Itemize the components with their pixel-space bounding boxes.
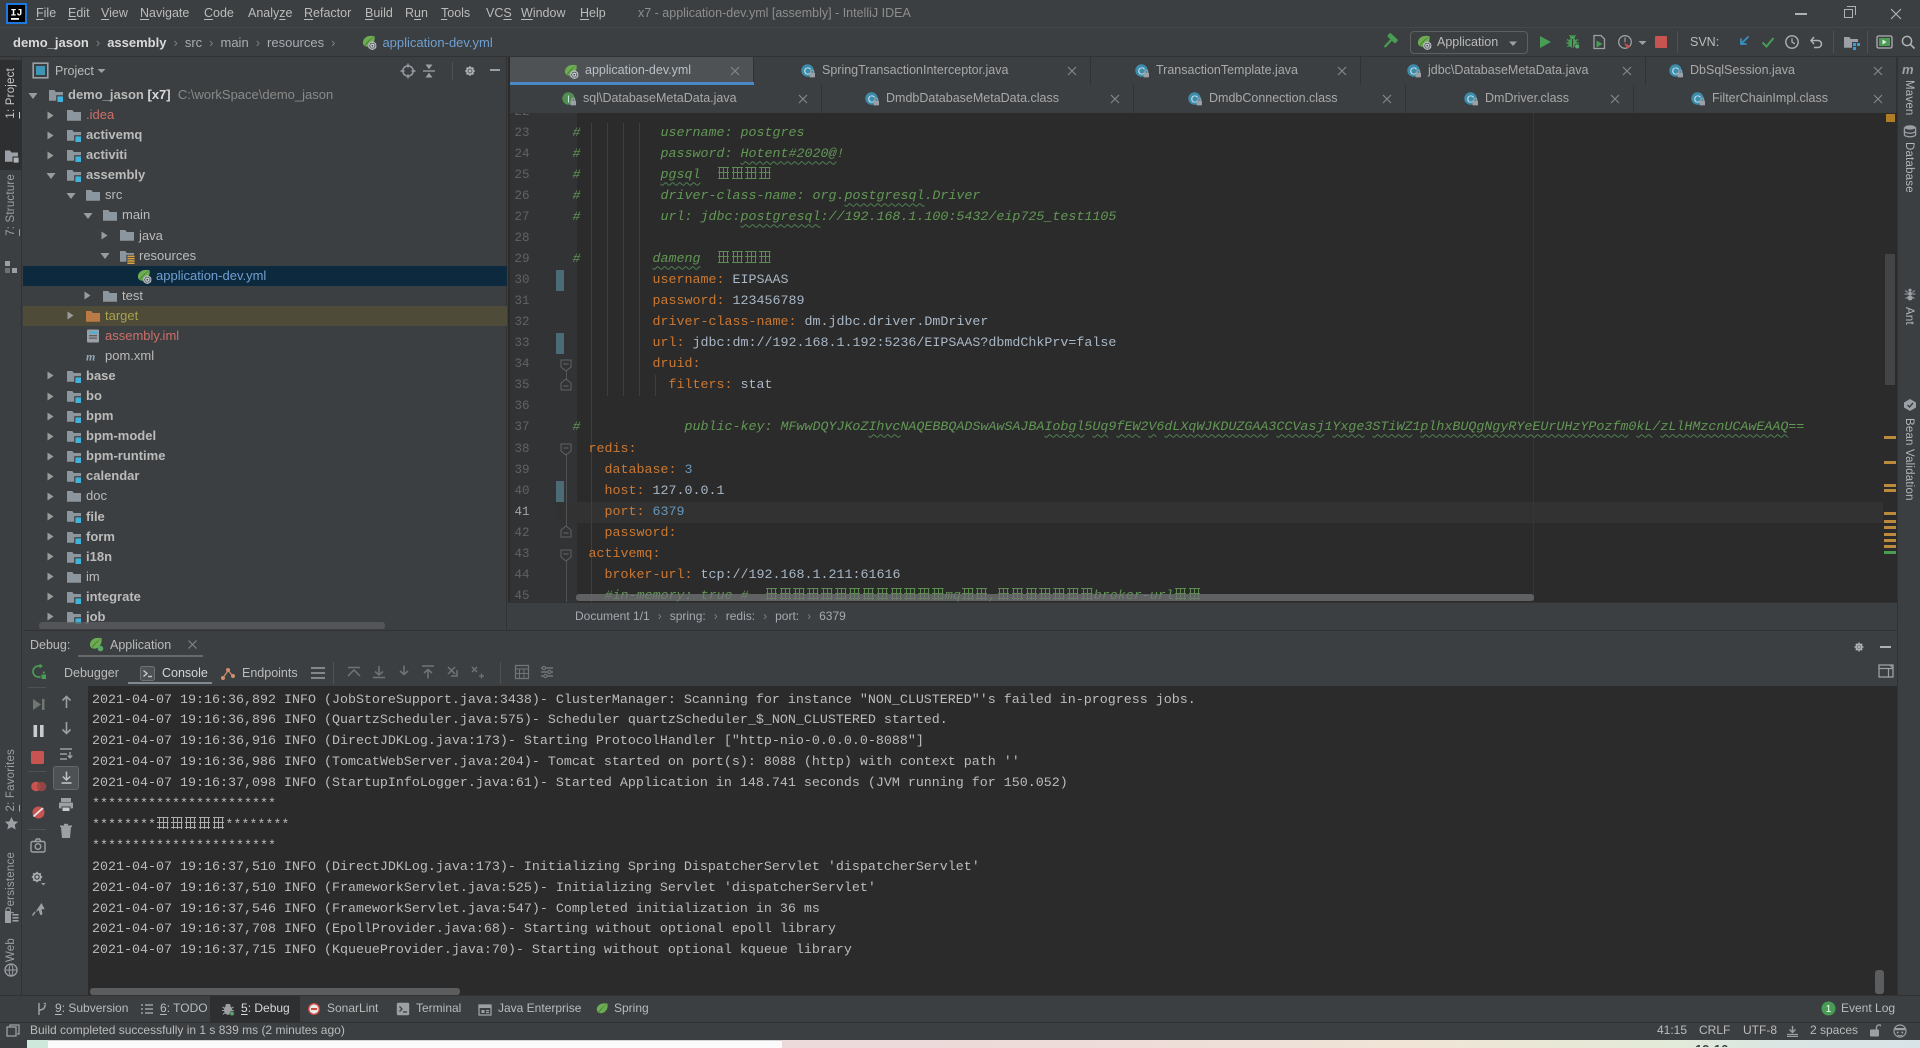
- svg-text:m: m: [86, 349, 95, 363]
- svg-text:1: 1: [1826, 1004, 1832, 1015]
- svg-text:IJ: IJ: [10, 9, 22, 20]
- svg-text:I: I: [567, 93, 570, 105]
